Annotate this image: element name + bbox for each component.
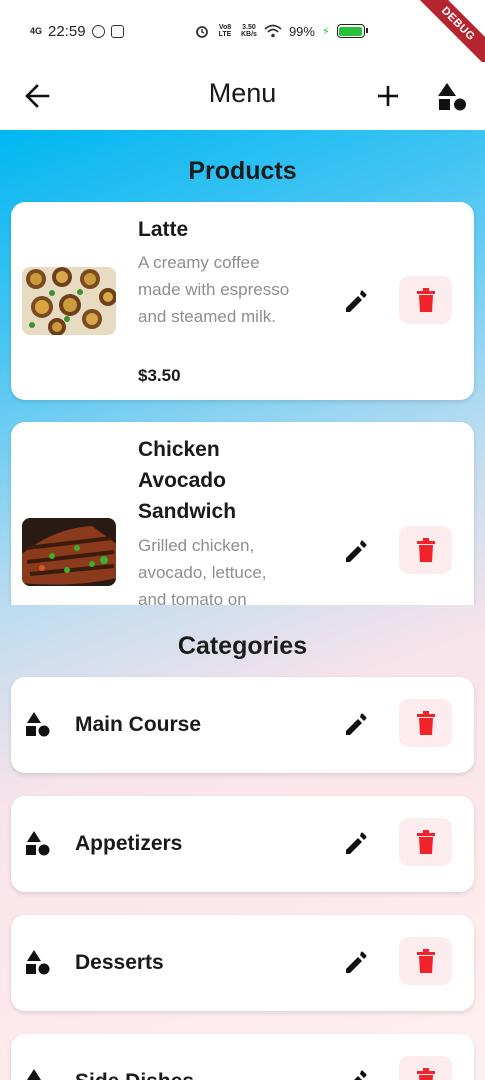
category-name: Desserts <box>75 951 164 974</box>
food-photo <box>22 267 116 335</box>
product-name: Chicken Avocado Sandwich <box>138 438 237 523</box>
edit-category-button[interactable] <box>337 707 373 743</box>
data-speed-unit: KB/s <box>241 31 257 38</box>
trash-icon <box>416 830 435 854</box>
page-title: Menu <box>208 78 277 108</box>
volte-indicator: Vo8 LTE <box>218 24 232 38</box>
data-speed-value: 3.50 <box>242 24 256 31</box>
products-list[interactable]: Latte A creamy coffee made with espresso… <box>0 200 485 605</box>
shapes-icon <box>24 949 52 977</box>
shapes-icon <box>24 830 52 858</box>
product-image <box>22 518 116 586</box>
shapes-icon <box>24 711 52 739</box>
status-left: 4G 22:59 <box>30 23 124 40</box>
network-indicator: 4G <box>30 25 43 36</box>
pencil-icon <box>346 832 367 854</box>
edit-category-button[interactable] <box>337 826 373 862</box>
trash-icon <box>416 1068 435 1080</box>
categories-button[interactable] <box>434 78 470 114</box>
pencil-icon <box>346 540 367 562</box>
food-photo <box>22 518 116 586</box>
product-card[interactable]: Chicken Avocado Sandwich Grilled chicken… <box>11 422 474 605</box>
categories-heading: Categories <box>177 632 308 660</box>
edit-product-button[interactable] <box>337 284 373 320</box>
product-price: $3.50 <box>138 366 181 385</box>
plus-icon <box>378 86 398 106</box>
product-description: Grilled chicken, avocado, lettuce, and t… <box>138 536 267 605</box>
category-card[interactable]: Main Course <box>11 677 474 773</box>
pencil-icon <box>346 951 367 973</box>
delete-category-button[interactable] <box>399 699 452 747</box>
pencil-icon <box>346 713 367 735</box>
products-heading: Products <box>188 157 297 185</box>
category-card[interactable]: Side Dishes <box>11 1034 474 1080</box>
charging-icon: ⚡ <box>321 25 330 38</box>
status-bar: 4G 22:59 Vo8 LTE 3.50 KB/s 99% ⚡ DEBUG <box>0 0 485 70</box>
edit-category-button[interactable] <box>337 1064 373 1080</box>
menu-content[interactable]: Products Latte A creamy coffee made with… <box>0 130 485 1080</box>
product-description: A creamy coffee made with espresso and s… <box>138 253 290 326</box>
edit-category-button[interactable] <box>337 945 373 981</box>
trash-icon <box>416 288 435 312</box>
delete-category-button[interactable] <box>399 818 452 866</box>
category-name: Appetizers <box>75 832 183 855</box>
data-speed: 3.50 KB/s <box>241 24 257 38</box>
pencil-icon <box>346 290 367 312</box>
status-time: 22:59 <box>48 22 86 40</box>
category-card[interactable]: Desserts <box>11 915 474 1011</box>
app-bar: Menu <box>0 62 485 130</box>
add-button[interactable] <box>370 78 406 114</box>
wifi-icon <box>264 24 282 38</box>
category-name: Side Dishes <box>75 1070 194 1080</box>
delete-category-button[interactable] <box>399 1056 452 1080</box>
debug-banner: DEBUG <box>412 0 485 70</box>
whatsapp-icon <box>91 24 105 38</box>
delete-product-button[interactable] <box>399 526 452 574</box>
notification-app-icon <box>110 24 124 38</box>
alarm-icon <box>196 26 208 38</box>
battery-percent: 99% <box>288 23 315 39</box>
edit-product-button[interactable] <box>337 534 373 570</box>
shapes-icon <box>438 83 466 111</box>
pencil-icon <box>354 1070 367 1080</box>
product-name: Latte <box>138 218 189 241</box>
battery-fill <box>339 26 362 36</box>
category-name: Main Course <box>75 713 202 736</box>
delete-category-button[interactable] <box>399 937 452 985</box>
shapes-icon <box>24 1068 52 1080</box>
delete-product-button[interactable] <box>399 276 452 324</box>
trash-icon <box>416 538 435 562</box>
product-image <box>22 267 116 335</box>
product-card[interactable]: Latte A creamy coffee made with espresso… <box>11 202 474 400</box>
category-card[interactable]: Appetizers <box>11 796 474 892</box>
battery-icon <box>336 24 368 38</box>
trash-icon <box>416 711 435 735</box>
status-right: Vo8 LTE 3.50 KB/s 99% ⚡ <box>195 23 368 39</box>
trash-icon <box>416 949 435 973</box>
